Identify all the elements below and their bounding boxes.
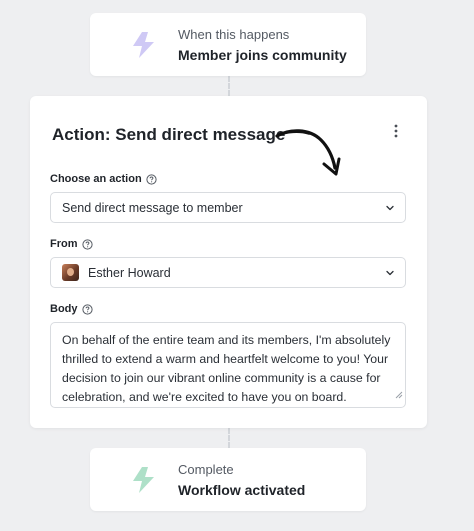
body-label: Body — [50, 303, 93, 315]
trigger-text: When this happens Member joins community — [178, 27, 347, 63]
action-card: Action: Send direct message Choose an ac… — [30, 96, 427, 428]
action-title: Action: Send direct message — [52, 125, 286, 144]
more-options-button[interactable] — [387, 122, 405, 140]
body-textarea[interactable]: On behalf of the entire team and its mem… — [50, 322, 406, 408]
help-icon[interactable] — [81, 238, 93, 250]
pointer-arrow-icon — [275, 129, 341, 176]
action-select[interactable]: Send direct message to member — [50, 192, 406, 223]
from-select-value: Esther Howard — [88, 265, 171, 280]
trigger-title: Member joins community — [178, 46, 347, 63]
lightning-icon — [126, 27, 162, 63]
action-select-value: Send direct message to member — [62, 200, 243, 215]
trigger-card[interactable]: When this happens Member joins community — [90, 13, 366, 76]
help-icon[interactable] — [146, 173, 157, 185]
resize-handle-icon[interactable] — [395, 386, 403, 405]
lightning-icon — [126, 462, 162, 498]
complete-subtitle: Complete — [178, 461, 234, 477]
connector-bottom — [228, 428, 230, 448]
from-label: From — [50, 238, 93, 250]
choose-action-label-text: Choose an action — [50, 173, 142, 185]
choose-action-label: Choose an action — [50, 173, 157, 185]
from-label-text: From — [50, 238, 78, 250]
complete-title: Workflow activated — [178, 481, 306, 498]
complete-card[interactable]: Complete Workflow activated — [90, 448, 366, 511]
from-select[interactable]: Esther Howard — [50, 257, 406, 288]
help-icon[interactable] — [81, 303, 93, 315]
body-label-text: Body — [50, 303, 78, 315]
complete-text: Complete Workflow activated — [178, 462, 305, 498]
chevron-down-icon — [385, 268, 395, 278]
trigger-subtitle: When this happens — [178, 26, 290, 42]
connector-top — [228, 76, 230, 96]
body-text: On behalf of the entire team and its mem… — [62, 333, 391, 404]
more-vertical-icon — [394, 124, 398, 138]
avatar — [62, 264, 79, 281]
chevron-down-icon — [385, 203, 395, 213]
